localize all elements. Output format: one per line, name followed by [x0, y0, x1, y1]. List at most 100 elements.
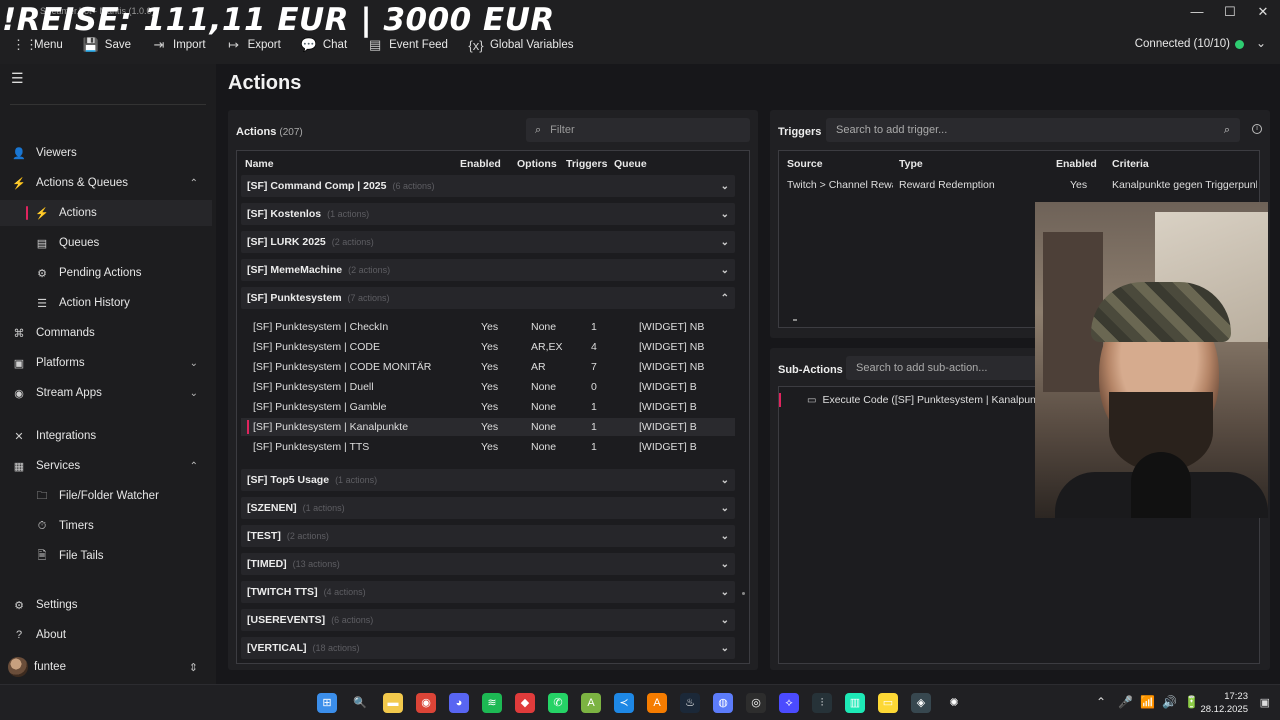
- scrollbar-indicator[interactable]: [793, 319, 797, 321]
- file-explorer-icon[interactable]: ▬: [383, 693, 403, 713]
- action-group[interactable]: [SZENEN] (1 actions) ⌄: [241, 497, 735, 519]
- waveform-icon[interactable]: ▥: [845, 693, 865, 713]
- table-row[interactable]: [SF] Punktesystem | CODE Yes AR,EX 4 [WIDGET…: [241, 338, 735, 356]
- trigger-enabled[interactable]: Yes: [1070, 179, 1087, 191]
- action-group[interactable]: [VERTICAL] (18 actions) ⌄: [241, 637, 735, 659]
- action-group[interactable]: [USEREVENTS] (6 actions) ⌄: [241, 609, 735, 631]
- sidebar-item-action-history[interactable]: ☰ Action History: [0, 290, 212, 316]
- action-group[interactable]: [SF] Punktesystem (7 actions) ⌃: [241, 287, 735, 309]
- spotify-icon[interactable]: ≋: [482, 693, 502, 713]
- microphone-icon[interactable]: 🎤: [1118, 695, 1133, 709]
- sidebar-item-file-tails[interactable]: 🗎 File Tails: [0, 543, 212, 569]
- connection-status[interactable]: Connected (10/10): [1135, 38, 1244, 50]
- app-red-icon[interactable]: ◆: [515, 693, 535, 713]
- wifi-icon[interactable]: 📶: [1140, 695, 1155, 709]
- battery-icon[interactable]: 🔋: [1184, 695, 1199, 709]
- sidebar-item-pending-actions[interactable]: ⚙ Pending Actions: [0, 260, 212, 286]
- streamerbot-icon[interactable]: ⟡: [779, 693, 799, 713]
- whatsapp-icon[interactable]: ✆: [548, 693, 568, 713]
- table-row[interactable]: [SF] Punktesystem | CODE MONITÄR Yes AR 7 [W…: [241, 358, 735, 376]
- menu-global-variables-button[interactable]: {x} Global Variables: [468, 38, 573, 53]
- filter-input[interactable]: ⌕ Filter: [526, 118, 750, 142]
- chevron-icon: ⌄: [720, 264, 729, 276]
- menu-chat-button[interactable]: 💬 Chat: [301, 37, 347, 53]
- menu-import-button[interactable]: ⇥ Import: [151, 37, 206, 53]
- steam-icon[interactable]: ♨: [680, 693, 700, 713]
- windows-start-icon[interactable]: ⊞: [317, 693, 337, 713]
- search-icon[interactable]: 🔍: [350, 693, 370, 713]
- sidebar-item-platforms[interactable]: ▣ Platforms ⌄: [0, 350, 212, 376]
- clock-date: 28.12.2025: [1200, 704, 1248, 715]
- trigger-source[interactable]: Twitch > Channel Reward: [787, 179, 893, 191]
- sidebar-item-actions[interactable]: ⚡ Actions: [0, 200, 212, 226]
- action-group[interactable]: [TIMED] (13 actions) ⌄: [241, 553, 735, 575]
- chrome-icon[interactable]: ◉: [416, 693, 436, 713]
- action-group[interactable]: [SF] Kostenlos (1 actions) ⌄: [241, 203, 735, 225]
- sidebar-item-integrations[interactable]: ✕ Integrations: [0, 423, 212, 449]
- action-group[interactable]: [SF] LURK 2025 (2 actions) ⌄: [241, 231, 735, 253]
- tray-expand-icon[interactable]: ⌃: [1096, 695, 1106, 709]
- menu-export-button[interactable]: ↦ Export: [226, 37, 281, 53]
- sidebar-item-stream-apps[interactable]: ◉ Stream Apps ⌄: [0, 380, 212, 406]
- table-row[interactable]: [SF] Punktesystem | CheckIn Yes None 1 [WIDG…: [241, 318, 735, 336]
- close-button[interactable]: ✕: [1248, 4, 1278, 22]
- sidebar-item-label: File Tails: [59, 550, 104, 562]
- minimize-button[interactable]: —: [1182, 4, 1212, 22]
- table-row[interactable]: [SF] Punktesystem | Gamble Yes None 1 [WIDGE…: [241, 398, 735, 416]
- sidebar-item-actions-queues[interactable]: ⚡ Actions & Queues ⌃: [0, 170, 212, 196]
- hamburger-menu-icon[interactable]: ☰: [11, 70, 24, 87]
- file-tail-icon: 🗎: [37, 549, 47, 562]
- app-globe-icon[interactable]: ◍: [713, 693, 733, 713]
- sidebar-item-timers[interactable]: ⏱ Timers: [0, 513, 212, 539]
- trigger-search-input[interactable]: Search to add trigger... ⌕: [826, 118, 1240, 142]
- group-name: [TWITCH TTS]: [247, 586, 318, 598]
- user-profile[interactable]: funtee ⇕: [0, 654, 212, 680]
- action-group[interactable]: [TWITCH TTS] (4 actions) ⌄: [241, 581, 735, 603]
- sidebar-item-viewers[interactable]: 👤 Viewers: [0, 140, 212, 166]
- menu-event-feed-button[interactable]: ▤ Event Feed: [367, 37, 448, 53]
- table-row[interactable]: [SF] Punktesystem | TTS Yes None 1 [WIDGET] …: [241, 438, 735, 456]
- scrollbar-indicator[interactable]: [742, 592, 745, 595]
- maximize-button[interactable]: ☐: [1215, 4, 1245, 22]
- app-orange-icon[interactable]: A: [647, 693, 667, 713]
- col-queue[interactable]: Queue: [614, 158, 647, 170]
- audio-icon[interactable]: ⫶: [812, 693, 832, 713]
- menu-menu-button[interactable]: ⋮⋮ Menu: [12, 37, 63, 53]
- sidebar-item-commands[interactable]: ⌘ Commands: [0, 320, 212, 346]
- col-enabled[interactable]: Enabled: [460, 158, 501, 170]
- davinci-icon[interactable]: ◈: [911, 693, 931, 713]
- sidebar-item-file-folder-watcher[interactable]: 🗀 File/Folder Watcher: [0, 483, 212, 509]
- sidebar-item-settings[interactable]: ⚙ Settings: [0, 592, 212, 618]
- action-group[interactable]: [SF] MemeMachine (2 actions) ⌄: [241, 259, 735, 281]
- connection-chevron-icon[interactable]: ⌄: [1256, 36, 1266, 50]
- volume-icon[interactable]: 🔊: [1162, 695, 1177, 709]
- sidebar-item-services[interactable]: ▦ Services ⌃: [0, 453, 212, 479]
- info-icon[interactable]: i: [1252, 124, 1262, 134]
- col-name[interactable]: Name: [245, 158, 274, 170]
- action-group[interactable]: [TEST] (2 actions) ⌄: [241, 525, 735, 547]
- notes-icon[interactable]: ▭: [878, 693, 898, 713]
- status-dot-icon: [1235, 39, 1244, 49]
- obs-icon[interactable]: ◎: [746, 693, 766, 713]
- discord-icon[interactable]: ◕: [449, 693, 469, 713]
- action-group[interactable]: [SF] Command Comp | 2025 (6 actions) ⌄: [241, 175, 735, 197]
- sidebar-item-queues[interactable]: ▤ Queues: [0, 230, 212, 256]
- app-green-icon[interactable]: A: [581, 693, 601, 713]
- trigger-type[interactable]: Reward Redemption: [899, 179, 1049, 191]
- action-group[interactable]: [SF] Top5 Usage (1 actions) ⌄: [241, 469, 735, 491]
- cell-triggers: 1: [591, 401, 597, 413]
- viewers-icon: 👤: [12, 147, 26, 160]
- table-row[interactable]: [SF] Punktesystem | Duell Yes None 0 [WIDGET…: [241, 378, 735, 396]
- menu-save-button[interactable]: 💾 Save: [83, 37, 131, 53]
- notifications-icon[interactable]: ▣: [1260, 696, 1270, 709]
- col-options[interactable]: Options: [517, 158, 557, 170]
- table-row[interactable]: [SF] Punktesystem | Kanalpunkte Yes None 1 […: [241, 418, 735, 436]
- sidebar-item-about[interactable]: ? About: [0, 622, 212, 648]
- chatgpt-icon[interactable]: ✺: [944, 693, 964, 713]
- col-triggers[interactable]: Triggers: [566, 158, 607, 170]
- vscode-icon[interactable]: ≺: [614, 693, 634, 713]
- cell-enabled: Yes: [481, 441, 499, 453]
- sidebar-item-label: Platforms: [36, 357, 85, 369]
- trigger-criteria[interactable]: Kanalpunkte gegen Triggerpunkte: [1112, 179, 1257, 191]
- clock[interactable]: 17:23 28.12.2025: [1200, 690, 1248, 716]
